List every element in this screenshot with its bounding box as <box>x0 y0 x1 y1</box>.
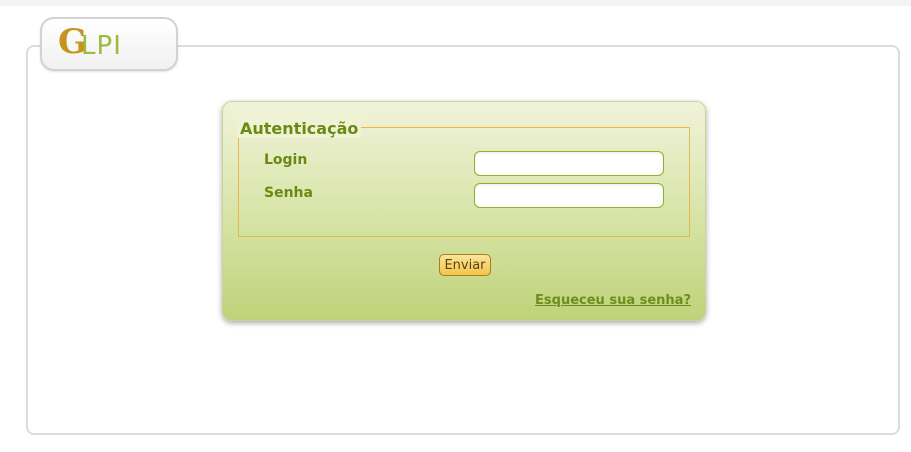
submit-button[interactable]: Enviar <box>439 254 491 276</box>
password-label: Senha <box>264 185 313 201</box>
top-strip <box>0 0 911 6</box>
logo-text: LPI <box>81 31 122 61</box>
login-panel: Autenticação Login Senha Enviar Esqueceu… <box>222 101 706 321</box>
password-input[interactable] <box>474 183 664 208</box>
forgot-password-link[interactable]: Esqueceu sua senha? <box>535 293 691 308</box>
login-label: Login <box>264 152 308 168</box>
auth-fieldset <box>238 127 690 237</box>
auth-legend: Autenticação <box>237 119 362 138</box>
login-input[interactable] <box>474 151 664 176</box>
glpi-logo: G LPI <box>40 17 178 71</box>
